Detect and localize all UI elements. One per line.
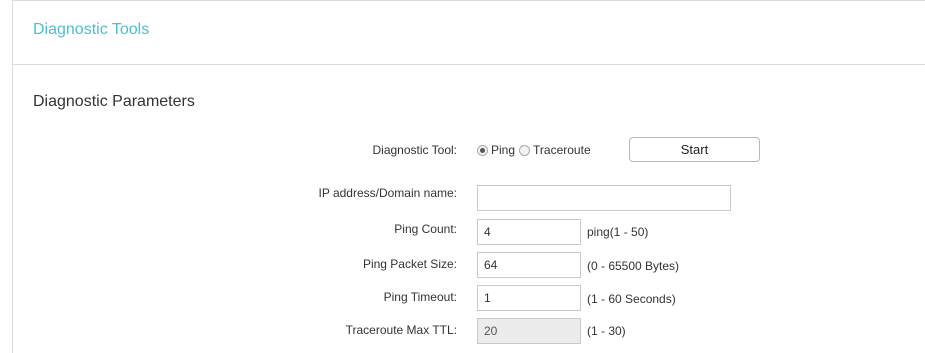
section-title: Diagnostic Parameters — [33, 93, 195, 110]
traceroute-max-ttl-input — [477, 318, 581, 344]
ping-packet-size-input[interactable] — [477, 252, 581, 278]
page-title: Diagnostic Tools — [33, 21, 150, 38]
ping-count-hint: ping(1 - 50) — [587, 225, 649, 239]
start-button[interactable]: Start — [629, 137, 760, 162]
ping-packet-size-hint: (0 - 65500 Bytes) — [587, 259, 680, 273]
ip-address-label: IP address/Domain name: — [318, 186, 457, 200]
diagnostic-tool-label: Diagnostic Tool: — [372, 143, 458, 157]
traceroute-max-ttl-label: Traceroute Max TTL: — [345, 323, 457, 337]
ping-radio[interactable] — [477, 144, 488, 156]
ping-timeout-label: Ping Timeout: — [383, 290, 457, 304]
traceroute-max-ttl-hint: (1 - 30) — [587, 324, 626, 338]
title-divider — [13, 64, 925, 65]
ping-radio-label[interactable]: Ping — [491, 143, 515, 157]
ping-count-label: Ping Count: — [394, 222, 457, 236]
ping-count-input[interactable] — [477, 219, 581, 245]
diagnostic-tool-radio-group: Ping Traceroute — [477, 142, 595, 158]
panel-frame — [12, 0, 925, 353]
ping-timeout-hint: (1 - 60 Seconds) — [587, 292, 676, 306]
traceroute-radio-label[interactable]: Traceroute — [533, 143, 591, 157]
traceroute-radio[interactable] — [519, 144, 531, 156]
ping-packet-size-label: Ping Packet Size: — [362, 257, 457, 271]
ping-timeout-input[interactable] — [477, 285, 581, 311]
radio-selected-dot — [480, 147, 485, 153]
ip-address-input[interactable] — [477, 185, 731, 211]
